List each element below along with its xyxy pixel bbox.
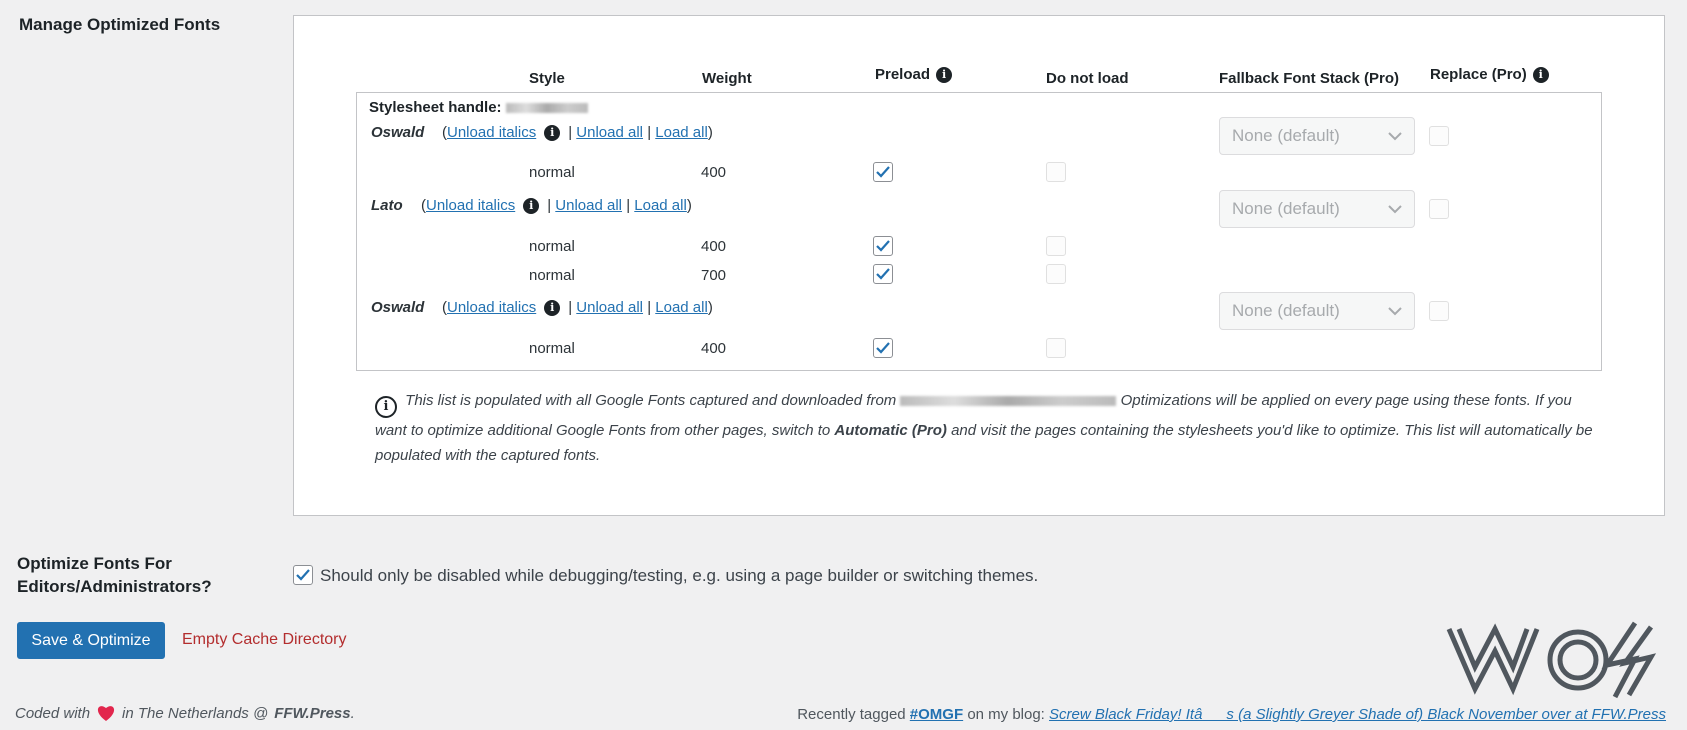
info-circle-icon: i — [375, 396, 397, 418]
info-note: i This list is populated with all Google… — [375, 392, 1593, 464]
header-preload: Preload i — [875, 66, 953, 83]
variant-weight: 400 — [701, 340, 727, 357]
replace-checkbox[interactable] — [1429, 301, 1449, 321]
family-actions: ( Unload italics i | Unload all | Load a… — [421, 197, 692, 214]
stylesheet-handle: Stylesheet handle: — [369, 99, 588, 116]
header-replace: Replace (Pro) i — [1430, 66, 1549, 83]
optimize-editors-checkbox[interactable] — [293, 565, 313, 585]
blog-post-link[interactable]: Screw Black Friday! Itâs (a Slightly G… — [1049, 706, 1666, 723]
font-family-name: Oswald — [371, 124, 425, 141]
unload-italics-link[interactable]: Unload italics — [426, 197, 515, 214]
redacted-handle — [505, 103, 588, 114]
unload-all-link[interactable]: Unload all — [576, 299, 643, 316]
variant-style: normal — [529, 340, 575, 357]
unload-all-link[interactable]: Unload all — [576, 124, 643, 141]
info-icon[interactable]: i — [1532, 66, 1549, 83]
preload-checkbox[interactable] — [873, 162, 893, 182]
family-actions: ( Unload italics i | Unload all | Load a… — [442, 299, 713, 316]
header-weight: Weight — [702, 70, 752, 87]
load-all-link[interactable]: Load all — [655, 299, 708, 316]
fallback-select[interactable]: None (default) — [1219, 292, 1415, 330]
header-fallback: Fallback Font Stack (Pro) — [1219, 70, 1400, 87]
chevron-down-icon — [1388, 307, 1402, 316]
heart-icon — [97, 706, 115, 721]
save-optimize-button[interactable]: Save & Optimize — [17, 622, 165, 659]
font-family-name: Lato — [371, 197, 403, 214]
footer-blog: Recently tagged #OMGF on my blog: Screw … — [797, 706, 1666, 723]
variant-style: normal — [529, 267, 575, 284]
empty-cache-link[interactable]: Empty Cache Directory — [182, 631, 347, 649]
family-actions: ( Unload italics i | Unload all | Load a… — [442, 124, 713, 141]
load-all-link[interactable]: Load all — [655, 124, 708, 141]
load-all-link[interactable]: Load all — [634, 197, 687, 214]
header-style: Style — [529, 70, 565, 87]
do-not-load-checkbox[interactable] — [1046, 162, 1066, 182]
info-icon[interactable]: i — [936, 66, 953, 83]
variant-style: normal — [529, 238, 575, 255]
replace-checkbox[interactable] — [1429, 126, 1449, 146]
font-family-name: Oswald — [371, 299, 425, 316]
unload-all-link[interactable]: Unload all — [555, 197, 622, 214]
variant-weight: 400 — [701, 238, 727, 255]
header-do-not-load: Do not load — [1046, 70, 1129, 87]
do-not-load-checkbox[interactable] — [1046, 236, 1066, 256]
preload-checkbox[interactable] — [873, 338, 893, 358]
redacted-url — [900, 396, 1117, 407]
preload-checkbox[interactable] — [873, 264, 893, 284]
fallback-select[interactable]: None (default) — [1219, 190, 1415, 228]
unload-italics-link[interactable]: Unload italics — [447, 299, 536, 316]
info-icon[interactable]: i — [523, 197, 540, 214]
preload-checkbox[interactable] — [873, 236, 893, 256]
wos-logo — [1446, 621, 1657, 699]
do-not-load-checkbox[interactable] — [1046, 338, 1066, 358]
footer-credit: Coded with in The Netherlands @ FFW.Press… — [15, 704, 355, 722]
variant-style: normal — [529, 164, 575, 181]
variant-weight: 400 — [701, 164, 727, 181]
do-not-load-checkbox[interactable] — [1046, 264, 1066, 284]
fallback-select[interactable]: None (default) — [1219, 117, 1415, 155]
optimize-editors-label: Optimize Fonts For Editors/Administrator… — [17, 554, 212, 596]
info-icon[interactable]: i — [544, 124, 561, 141]
optimize-editors-description: Should only be disabled while debugging/… — [320, 566, 1039, 585]
chevron-down-icon — [1388, 132, 1402, 141]
unload-italics-link[interactable]: Unload italics — [447, 124, 536, 141]
chevron-down-icon — [1388, 205, 1402, 214]
variant-weight: 700 — [701, 267, 727, 284]
section-title: Manage Optimized Fonts — [19, 15, 221, 34]
replace-checkbox[interactable] — [1429, 199, 1449, 219]
tag-link[interactable]: #OMGF — [910, 706, 963, 723]
info-icon[interactable]: i — [544, 299, 561, 316]
